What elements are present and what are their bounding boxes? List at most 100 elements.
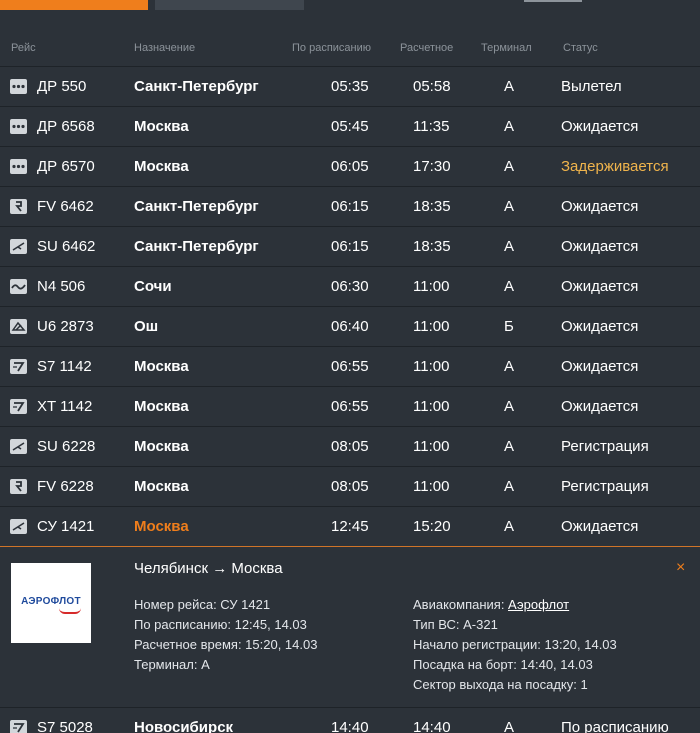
estimated-time: 11:00 bbox=[413, 398, 450, 415]
scheduled-time: 08:05 bbox=[331, 478, 369, 495]
table-header: Рейс Назначение По расписанию Расчетное … bbox=[0, 36, 700, 66]
table-row[interactable]: ДР 550 Санкт-Петербург 05:35 05:58 А Вылетел bbox=[0, 66, 700, 106]
estimated-time: 17:30 bbox=[413, 158, 451, 175]
header-estimated: Расчетное bbox=[400, 42, 454, 54]
header-status: Статус bbox=[563, 42, 598, 54]
aeroflot-airline-icon bbox=[10, 239, 27, 254]
status: Вылетел bbox=[561, 78, 622, 95]
terminal: А bbox=[504, 238, 515, 255]
header-destination: Назначение bbox=[134, 42, 196, 54]
table-row[interactable]: U6 2873 Ош 06:40 11:00 Б Ожидается bbox=[0, 306, 700, 346]
status: Ожидается bbox=[561, 118, 639, 135]
status: По расписанию bbox=[561, 719, 669, 733]
estimated-time: 11:00 bbox=[413, 478, 450, 495]
terminal: А bbox=[504, 78, 515, 95]
estimated-time: 05:58 bbox=[413, 78, 451, 95]
table-row[interactable]: S7 1142 Москва 06:55 11:00 А Ожидается bbox=[0, 346, 700, 386]
flight-number: ДР 550 bbox=[37, 78, 87, 95]
scheduled-time: 06:30 bbox=[331, 278, 369, 295]
destination: Москва bbox=[134, 118, 189, 135]
nordwind-airline-icon bbox=[10, 279, 27, 294]
flights-table: ДР 550 Санкт-Петербург 05:35 05:58 А Вылетел Д… bbox=[0, 66, 700, 733]
aeroflot-airline-icon bbox=[10, 519, 27, 534]
aeroflot-logo-text: АЭРОФЛОТ bbox=[21, 596, 81, 607]
detail-right-column: Авиакомпания: Аэрофлот Тип ВС: А-321 Нач… bbox=[413, 595, 617, 695]
terminal: А bbox=[504, 118, 515, 135]
dots-airline-icon bbox=[10, 79, 27, 94]
detail-scheduled: По расписанию: 12:45, 14.03 bbox=[134, 617, 307, 632]
tab-departures[interactable] bbox=[0, 0, 148, 10]
terminal: А bbox=[504, 719, 515, 733]
flight-number: СУ 1421 bbox=[37, 518, 95, 535]
detail-aircraft: Тип ВС: А-321 bbox=[413, 617, 498, 632]
s7-airline-icon bbox=[10, 359, 27, 374]
route-title: Челябинск → Москва bbox=[134, 560, 283, 577]
uralairlines-airline-icon bbox=[10, 319, 27, 334]
s7-airline-icon bbox=[10, 720, 27, 733]
flight-detail-panel: АЭРОФЛОТ Челябинск → Москва × Номер рейс… bbox=[0, 546, 700, 707]
destination: Санкт-Петербург bbox=[134, 78, 259, 95]
airline-link[interactable]: Аэрофлот bbox=[508, 597, 569, 612]
estimated-time: 14:40 bbox=[413, 719, 451, 733]
detail-boarding: Посадка на борт: 14:40, 14.03 bbox=[413, 657, 593, 672]
scheduled-time: 08:05 bbox=[331, 438, 369, 455]
status: Ожидается bbox=[561, 358, 639, 375]
destination: Москва bbox=[134, 158, 189, 175]
flight-number: FV 6462 bbox=[37, 198, 94, 215]
table-row[interactable]: SU 6462 Санкт-Петербург 06:15 18:35 А Ожидает… bbox=[0, 226, 700, 266]
table-row[interactable]: FV 6228 Москва 08:05 11:00 А Регистрация bbox=[0, 466, 700, 506]
terminal: А bbox=[504, 438, 515, 455]
rossiya-airline-icon bbox=[10, 199, 27, 214]
terminal: А bbox=[504, 478, 515, 495]
estimated-time: 18:35 bbox=[413, 198, 451, 215]
status: Задерживается bbox=[561, 158, 669, 175]
detail-estimated: Расчетное время: 15:20, 14.03 bbox=[134, 637, 318, 652]
table-row[interactable]: S7 5028 Новосибирск 14:40 14:40 А По расписан… bbox=[0, 707, 700, 733]
destination: Новосибирск bbox=[134, 719, 234, 733]
scheduled-time: 05:35 bbox=[331, 78, 369, 95]
search-field-edge[interactable] bbox=[524, 0, 582, 2]
destination: Ош bbox=[134, 318, 159, 335]
flight-number: S7 1142 bbox=[37, 358, 92, 375]
status: Регистрация bbox=[561, 438, 649, 455]
table-row[interactable]: FV 6462 Санкт-Петербург 06:15 18:35 А Ожидает… bbox=[0, 186, 700, 226]
close-icon[interactable]: × bbox=[676, 559, 685, 577]
dots-airline-icon bbox=[10, 119, 27, 134]
table-row[interactable]: SU 6228 Москва 08:05 11:00 А Регистрация bbox=[0, 426, 700, 466]
table-row[interactable]: ДР 6570 Москва 06:05 17:30 А Задерживается bbox=[0, 146, 700, 186]
destination: Москва bbox=[134, 518, 189, 535]
destination: Сочи bbox=[134, 278, 172, 295]
table-row[interactable]: ДР 6568 Москва 05:45 11:35 А Ожидается bbox=[0, 106, 700, 146]
scheduled-time: 06:55 bbox=[331, 358, 369, 375]
status: Регистрация bbox=[561, 478, 649, 495]
destination: Москва bbox=[134, 438, 189, 455]
tab-arrivals[interactable] bbox=[155, 0, 304, 10]
table-row[interactable]: N4 506 Сочи 06:30 11:00 А Ожидается bbox=[0, 266, 700, 306]
estimated-time: 11:00 bbox=[413, 438, 450, 455]
flight-number: U6 2873 bbox=[37, 318, 94, 335]
destination: Санкт-Петербург bbox=[134, 198, 259, 215]
detail-airline-label: Авиакомпания: bbox=[413, 597, 509, 612]
estimated-time: 11:00 bbox=[413, 358, 450, 375]
scheduled-time: 06:15 bbox=[331, 198, 369, 215]
top-tabs bbox=[0, 0, 700, 12]
destination: Москва bbox=[134, 478, 189, 495]
status: Ожидается bbox=[561, 318, 639, 335]
header-scheduled: По расписанию bbox=[292, 42, 372, 54]
header-terminal: Терминал bbox=[481, 42, 532, 54]
table-row[interactable]: СУ 1421 Москва 12:45 15:20 А Ожидается bbox=[0, 506, 700, 546]
scheduled-time: 05:45 bbox=[331, 118, 369, 135]
terminal: А bbox=[504, 518, 515, 535]
terminal: А bbox=[504, 158, 515, 175]
terminal: А bbox=[504, 278, 515, 295]
detail-airline: Авиакомпания: Аэрофлот bbox=[413, 595, 617, 615]
detail-left-column: Номер рейса: СУ 1421 По расписанию: 12:4… bbox=[134, 595, 317, 675]
table-row[interactable]: XT 1142 Москва 06:55 11:00 А Ожидается bbox=[0, 386, 700, 426]
destination: Санкт-Петербург bbox=[134, 238, 259, 255]
estimated-time: 15:20 bbox=[413, 518, 451, 535]
terminal: Б bbox=[504, 318, 514, 335]
aeroflot-wing-icon bbox=[59, 608, 81, 614]
dots-airline-icon bbox=[10, 159, 27, 174]
detail-flight-number: Номер рейса: СУ 1421 bbox=[134, 597, 271, 612]
flight-number: ДР 6568 bbox=[37, 118, 95, 135]
